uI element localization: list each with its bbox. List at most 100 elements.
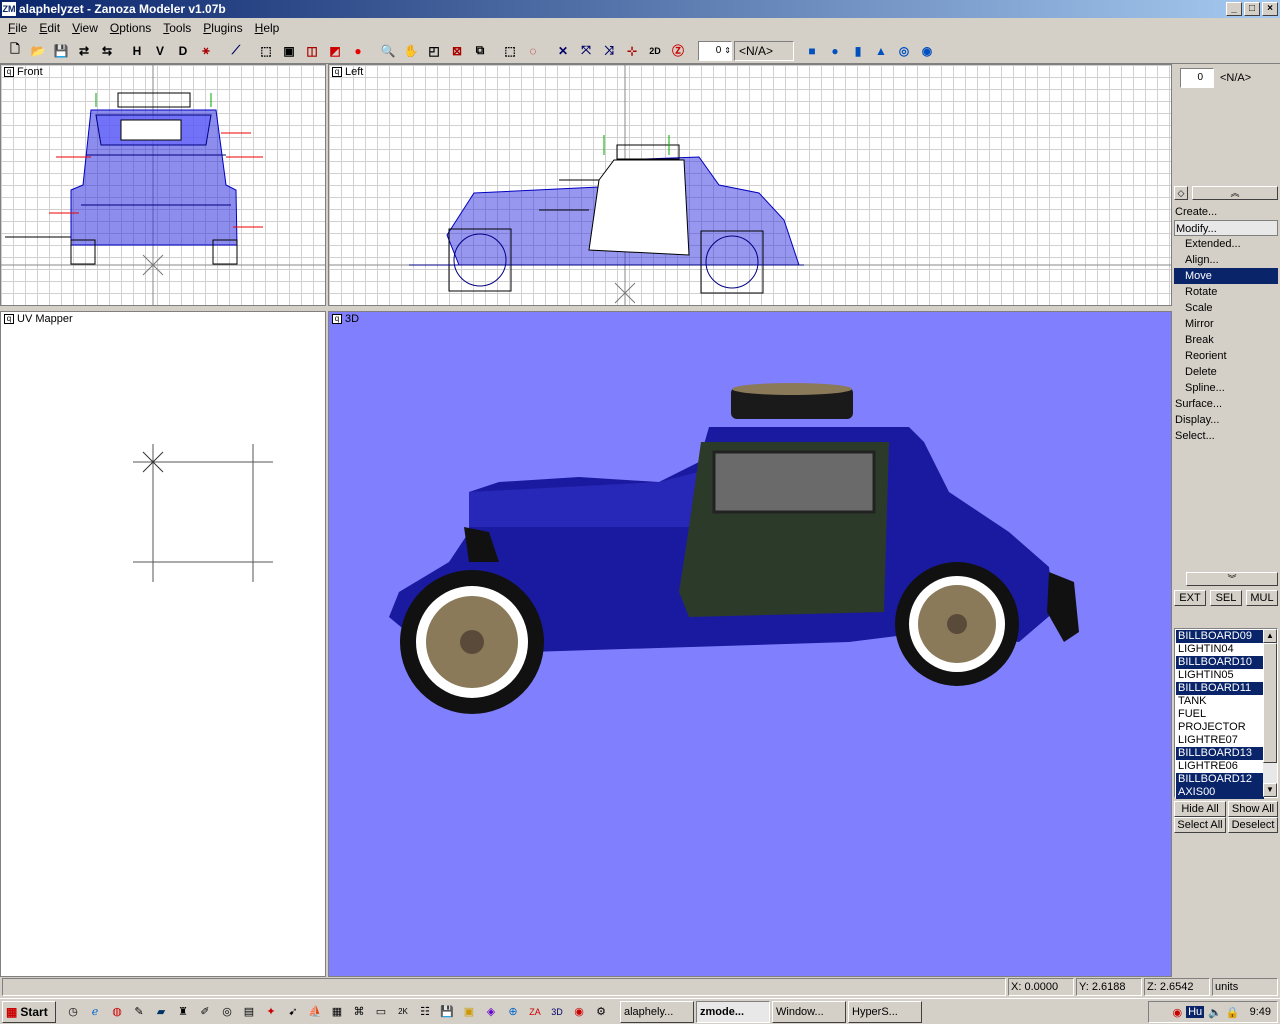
menu-edit[interactable]: Edit [33,21,66,35]
object-list-item[interactable]: AXIS00 [1176,786,1264,799]
vertex-tool-icon[interactable]: ⚹ [195,40,217,62]
object-list[interactable]: BILLBOARD09 LIGHTIN04 BILLBOARD10 LIGHTIN05… [1174,628,1278,799]
view-d-button[interactable]: D [172,40,194,62]
close-button[interactable]: × [1262,2,1278,16]
quicklaunch-ie-icon[interactable]: ℯ [84,1002,106,1022]
quicklaunch-boat-icon[interactable]: ⛵ [304,1002,326,1022]
object-list-item[interactable]: BILLBOARD09 [1176,630,1264,643]
panel-spin-field[interactable]: 0 [1180,68,1214,88]
quicklaunch-folder-icon[interactable]: ▣ [458,1002,480,1022]
tray-app-icon[interactable]: ◉ [1173,1006,1183,1019]
panel-toggle-button[interactable]: ◇ [1174,186,1188,200]
transform-icon[interactable]: ✕ [552,40,574,62]
toolbar-spin-field[interactable]: 0 ⇕ [698,40,732,61]
quicklaunch-paint-icon[interactable]: ✐ [194,1002,216,1022]
transform-axis-icon[interactable]: ⤧ [575,40,597,62]
uv-mapper-viewport[interactable]: q UV Mapper [0,311,326,977]
object-list-item[interactable]: LIGHTRE07 [1176,734,1264,747]
primitive-torus-icon[interactable]: ◎ [893,40,915,62]
quicklaunch-tool-icon[interactable]: ♜ [172,1002,194,1022]
quicklaunch-doc-icon[interactable]: ▤ [238,1002,260,1022]
scroll-down-button[interactable]: ︾ [1186,572,1278,586]
cube-shaded-icon[interactable]: ◫ [301,40,323,62]
panel-na-field[interactable]: <N/A> [1220,70,1276,86]
task-hypersnap[interactable]: HyperS... [848,1000,922,1023]
primitive-sphere-icon[interactable]: ● [824,40,846,62]
viewport-menu-icon[interactable]: q [4,314,14,324]
menu-help[interactable]: Help [249,21,286,35]
object-list-item[interactable]: LIGHTRE06 [1176,760,1264,773]
quicklaunch-network-icon[interactable]: ⌘ [348,1002,370,1022]
spline-tool-icon[interactable]: ⟋ [225,40,247,62]
select-box-icon[interactable]: ⬚ [499,40,521,62]
cube-textured-icon[interactable]: ◩ [324,40,346,62]
front-viewport[interactable]: q Front [0,64,326,306]
primitive-lathe-icon[interactable]: ◉ [916,40,938,62]
view-h-button[interactable]: H [126,40,148,62]
panel-scale[interactable]: Scale [1174,300,1278,316]
rotate-axis-icon[interactable]: ⤨ [598,40,620,62]
minimize-button[interactable]: _ [1226,2,1242,16]
zoom-extents-icon[interactable]: ◰ [423,40,445,62]
zanoza-z-icon[interactable]: Ⓩ [667,40,689,62]
quicklaunch-desktop-icon[interactable]: ◷ [62,1002,84,1022]
viewport-menu-icon[interactable]: q [332,314,342,324]
panel-modify[interactable]: Modify... [1174,220,1278,236]
primitive-box-icon[interactable]: ■ [801,40,823,62]
panel-move[interactable]: Move [1174,268,1278,284]
view3d-viewport[interactable]: q 3D [328,311,1172,977]
panel-create[interactable]: Create... [1174,204,1278,220]
object-list-item[interactable]: LIGHTIN05 [1176,669,1264,682]
tray-volume-icon[interactable]: 🔈 [1208,1006,1222,1019]
select-all-button[interactable]: Select All [1174,817,1226,833]
object-list-item[interactable]: BILLBOARD13 [1176,747,1264,760]
object-list-item[interactable]: TANK [1176,695,1264,708]
panel-delete[interactable]: Delete [1174,364,1278,380]
quicklaunch-za-icon[interactable]: ZA [524,1002,546,1022]
start-button[interactable]: ▦ Start [2,1000,56,1023]
quicklaunch-chip-icon[interactable]: ◈ [480,1002,502,1022]
quicklaunch-arrow-icon[interactable]: ➹ [282,1002,304,1022]
zoom-icon[interactable]: 🔍 [377,40,399,62]
panel-mirror[interactable]: Mirror [1174,316,1278,332]
menu-tools[interactable]: Tools [157,21,197,35]
quicklaunch-grid-icon[interactable]: ▦ [326,1002,348,1022]
quicklaunch-2k-icon[interactable]: 2K [392,1002,414,1022]
quicklaunch-red-icon[interactable]: ✦ [260,1002,282,1022]
save-icon[interactable]: 💾 [50,40,72,62]
maximize-button[interactable]: □ [1244,2,1260,16]
panel-rotate[interactable]: Rotate [1174,284,1278,300]
cube-solid-icon[interactable]: ▣ [278,40,300,62]
menu-file[interactable]: File [2,21,33,35]
quicklaunch-app-icon[interactable]: ◍ [106,1002,128,1022]
hide-all-button[interactable]: Hide All [1174,801,1226,817]
primitive-cone-icon[interactable]: ▲ [870,40,892,62]
task-zmodeler[interactable]: zmode... [696,1000,770,1023]
quicklaunch-media-icon[interactable]: ▰ [150,1002,172,1022]
quicklaunch-monitor-icon[interactable]: ▭ [370,1002,392,1022]
object-list-item[interactable]: BILLBOARD12 [1176,773,1264,786]
quicklaunch-notepad-icon[interactable]: ✎ [128,1002,150,1022]
object-list-item[interactable]: PROJECTOR [1176,721,1264,734]
panel-display[interactable]: Display... [1174,412,1278,428]
list-scroll-up-icon[interactable]: ▲ [1263,629,1277,643]
quicklaunch-list-icon[interactable]: ☷ [414,1002,436,1022]
panel-surface[interactable]: Surface... [1174,396,1278,412]
view-v-button[interactable]: V [149,40,171,62]
task-alaphely[interactable]: alaphely... [620,1000,694,1023]
quicklaunch-disk-icon[interactable]: 💾 [436,1002,458,1022]
render-sphere-icon[interactable]: ● [347,40,369,62]
quicklaunch-gear-icon[interactable]: ⚙ [590,1002,612,1022]
tray-language[interactable]: Hu [1186,1006,1205,1018]
axis-gizmo-icon[interactable]: ⊹ [621,40,643,62]
object-list-scrollbar[interactable]: ▲ ▼ [1263,629,1277,797]
import-icon[interactable]: ⇄ [73,40,95,62]
left-viewport[interactable]: q Left [328,64,1172,306]
select-circle-icon[interactable]: ◌ [522,40,544,62]
menu-options[interactable]: Options [104,21,157,35]
panel-break[interactable]: Break [1174,332,1278,348]
zoom-region-icon[interactable]: ⊠ [446,40,468,62]
quicklaunch-eye-icon[interactable]: ◉ [568,1002,590,1022]
panel-select[interactable]: Select... [1174,428,1278,444]
task-windows[interactable]: Window... [772,1000,846,1023]
